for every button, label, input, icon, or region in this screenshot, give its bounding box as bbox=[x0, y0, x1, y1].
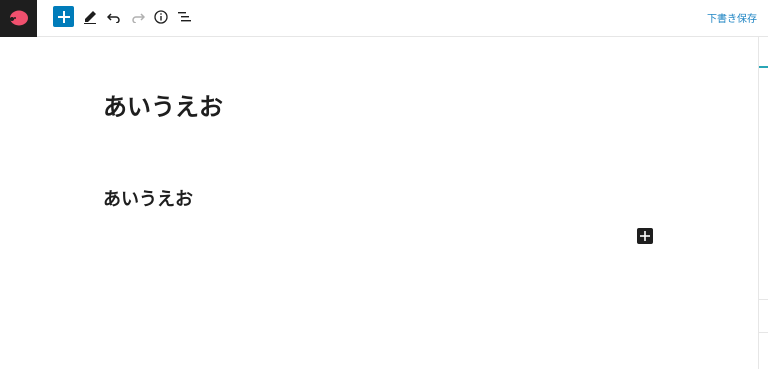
tools-button[interactable] bbox=[79, 6, 101, 28]
undo-icon bbox=[107, 13, 120, 23]
post-title[interactable]: あいうえお bbox=[103, 87, 223, 122]
list-view-icon bbox=[178, 12, 191, 22]
undo-button[interactable] bbox=[103, 6, 125, 28]
site-logo[interactable] bbox=[0, 0, 37, 37]
info-icon bbox=[154, 10, 168, 24]
save-draft-button[interactable]: 下書き保存 bbox=[707, 10, 757, 25]
divider bbox=[759, 332, 768, 333]
list-view-button[interactable] bbox=[174, 6, 196, 28]
logo-icon bbox=[9, 10, 28, 26]
editor-canvas[interactable]: あいうえお あいうえお bbox=[0, 37, 758, 369]
plus-icon bbox=[640, 231, 650, 241]
redo-icon bbox=[132, 13, 145, 23]
divider bbox=[759, 299, 768, 300]
add-block-button[interactable] bbox=[53, 6, 74, 27]
heading-block[interactable]: あいうえお bbox=[103, 185, 193, 211]
block-inserter-button[interactable] bbox=[637, 228, 653, 244]
settings-sidebar bbox=[758, 37, 768, 369]
redo-button[interactable] bbox=[127, 6, 149, 28]
details-button[interactable] bbox=[150, 6, 172, 28]
active-tab-indicator bbox=[759, 66, 768, 68]
plus-icon bbox=[57, 10, 70, 23]
editor-header: 下書き保存 bbox=[0, 0, 768, 37]
pencil-icon bbox=[84, 11, 96, 24]
